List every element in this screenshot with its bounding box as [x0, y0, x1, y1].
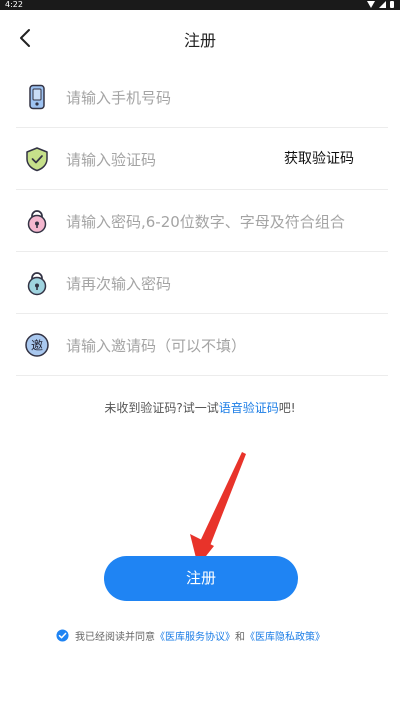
app-header: 注册 [0, 10, 400, 66]
register-form: 获取验证码 邀 [16, 66, 388, 376]
svg-text:邀: 邀 [31, 338, 43, 353]
agreement-row: 我已经阅读并同意 《医库服务协议》 和 《医库隐私政策》 [56, 628, 325, 643]
battery-icon [390, 1, 394, 8]
wifi-icon [367, 1, 375, 8]
checkbox-icon[interactable] [56, 629, 69, 642]
invite-input[interactable] [64, 330, 368, 362]
password-row [16, 190, 388, 252]
status-icons [367, 1, 394, 8]
phone-input[interactable] [64, 82, 368, 114]
code-row: 获取验证码 [16, 128, 388, 190]
voice-code-hint: 未收到验证码?试一试语音验证码吧! [0, 399, 400, 416]
invite-row: 邀 [16, 314, 388, 376]
agreement-and: 和 [235, 632, 245, 643]
hint-prefix: 未收到验证码?试一试 [104, 401, 219, 415]
confirm-password-row [16, 252, 388, 314]
password-input[interactable] [64, 206, 368, 238]
code-input[interactable] [64, 144, 268, 176]
lock-icon [27, 210, 47, 234]
phone-icon [29, 84, 45, 110]
phone-row [16, 66, 388, 128]
page-title: 注册 [183, 31, 216, 50]
agreement-prefix: 我已经阅读并同意 [75, 632, 155, 643]
voice-code-link[interactable]: 语音验证码 [219, 401, 279, 415]
status-bar: 4:22 [0, 0, 400, 10]
privacy-policy-link[interactable]: 《医库隐私政策》 [245, 628, 325, 643]
shield-check-icon [26, 147, 48, 172]
service-agreement-link[interactable]: 《医库服务协议》 [155, 628, 235, 643]
get-code-button[interactable]: 获取验证码 [284, 148, 354, 168]
lock-icon [27, 272, 47, 296]
confirm-password-input[interactable] [64, 268, 368, 300]
status-time: 4:22 [5, 0, 23, 9]
signal-icon [379, 1, 386, 8]
invite-icon: 邀 [25, 333, 49, 357]
hint-suffix: 吧! [278, 401, 296, 415]
register-button[interactable]: 注册 [104, 556, 298, 601]
